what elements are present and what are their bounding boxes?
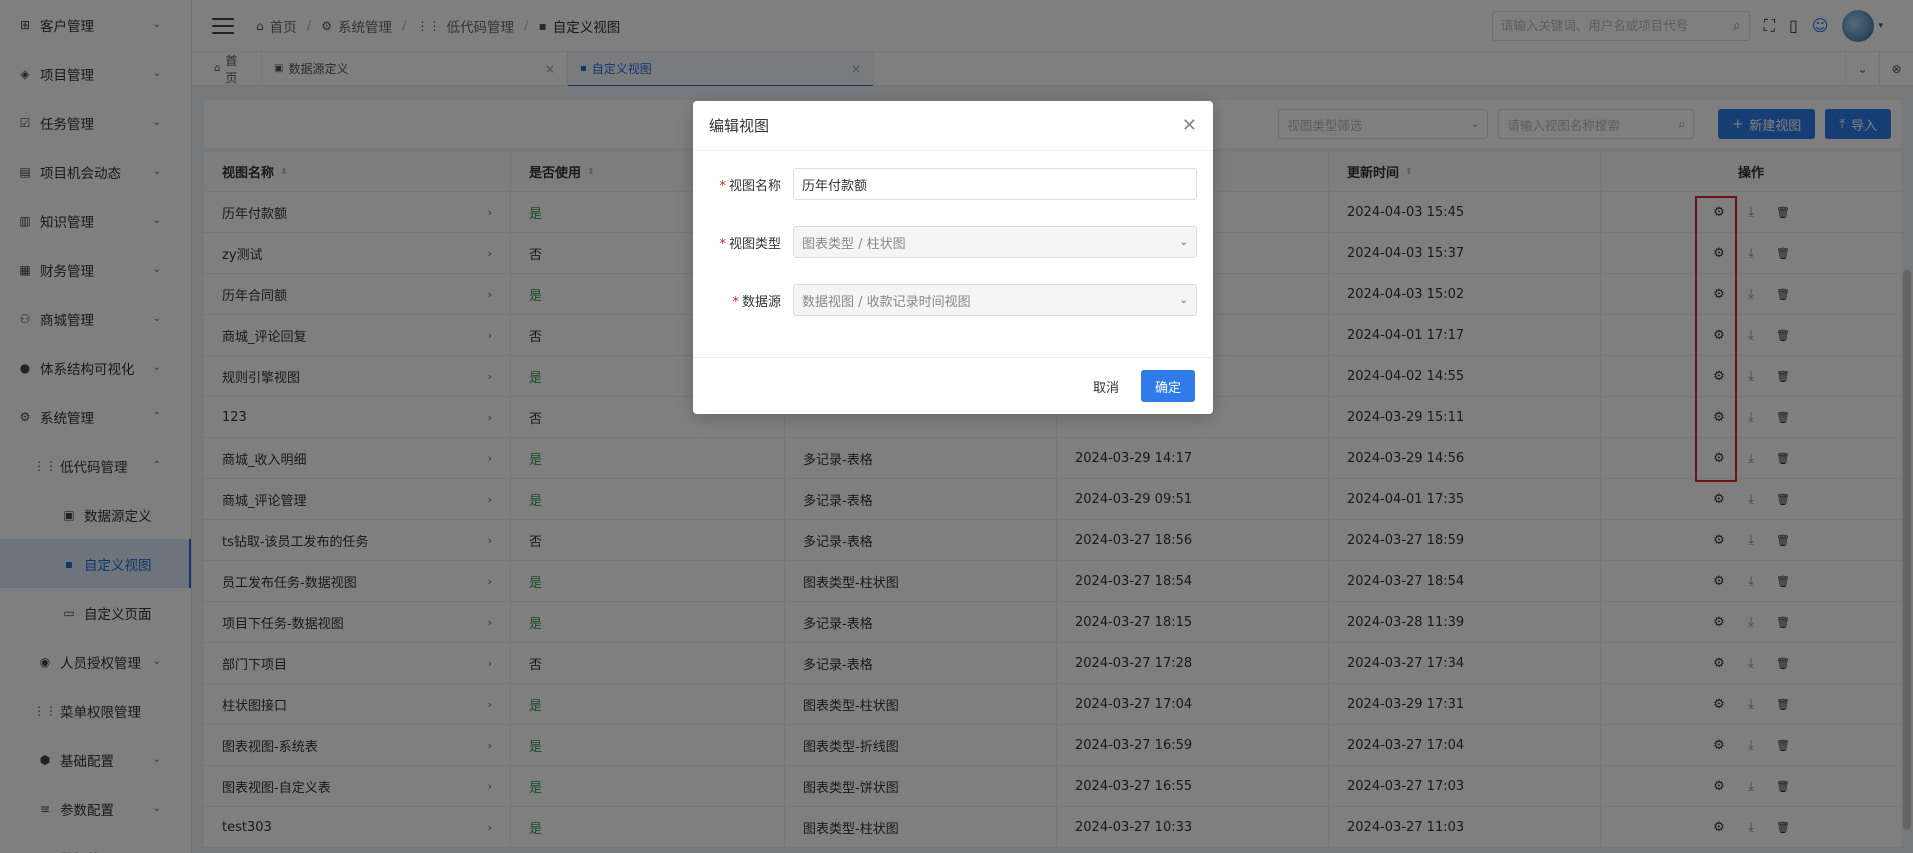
form-row-name: * 视图名称 历年付款额 (709, 167, 1197, 201)
close-icon[interactable]: ✕ (1182, 115, 1197, 136)
select-value: 图表类型 / 柱状图 (802, 236, 906, 252)
required-mark: * (732, 294, 739, 310)
data-source-select[interactable]: 数据视图 / 收款记录时间视图 ⌄ (793, 284, 1197, 316)
form-row-type: * 视图类型 图表类型 / 柱状图 ⌄ (709, 225, 1197, 259)
required-mark: * (719, 236, 726, 252)
required-mark: * (719, 178, 726, 194)
label-text: 视图名称 (728, 178, 781, 194)
dialog-footer: 取消 确定 (693, 358, 1213, 414)
form-row-source: * 数据源 数据视图 / 收款记录时间视图 ⌄ (709, 283, 1197, 317)
view-type-select[interactable]: 图表类型 / 柱状图 ⌄ (793, 226, 1197, 258)
label-text: 视图类型 (728, 236, 781, 252)
label-text: 数据源 (741, 294, 781, 310)
select-value: 数据视图 / 收款记录时间视图 (802, 294, 971, 310)
dialog-body: * 视图名称 历年付款额 * 视图类型 图表类型 / 柱状图 ⌄ * 数据源 数据视图… (693, 151, 1213, 358)
dialog-title: 编辑视图 (709, 117, 770, 135)
edit-view-dialog: 编辑视图 ✕ * 视图名称 历年付款额 * 视图类型 图表类型 / 柱状图 ⌄ * 数… (693, 101, 1213, 414)
cancel-button[interactable]: 取消 (1093, 377, 1119, 396)
dialog-header: 编辑视图 ✕ (693, 101, 1213, 151)
input-value: 历年付款额 (802, 178, 868, 194)
confirm-button[interactable]: 确定 (1140, 370, 1195, 402)
chevron-down-icon: ⌄ (1179, 294, 1188, 306)
field-label: * 视图类型 (709, 233, 793, 252)
view-name-input[interactable]: 历年付款额 (793, 168, 1197, 200)
field-label: * 视图名称 (709, 175, 793, 194)
field-label: * 数据源 (709, 291, 793, 310)
chevron-down-icon: ⌄ (1179, 236, 1188, 248)
